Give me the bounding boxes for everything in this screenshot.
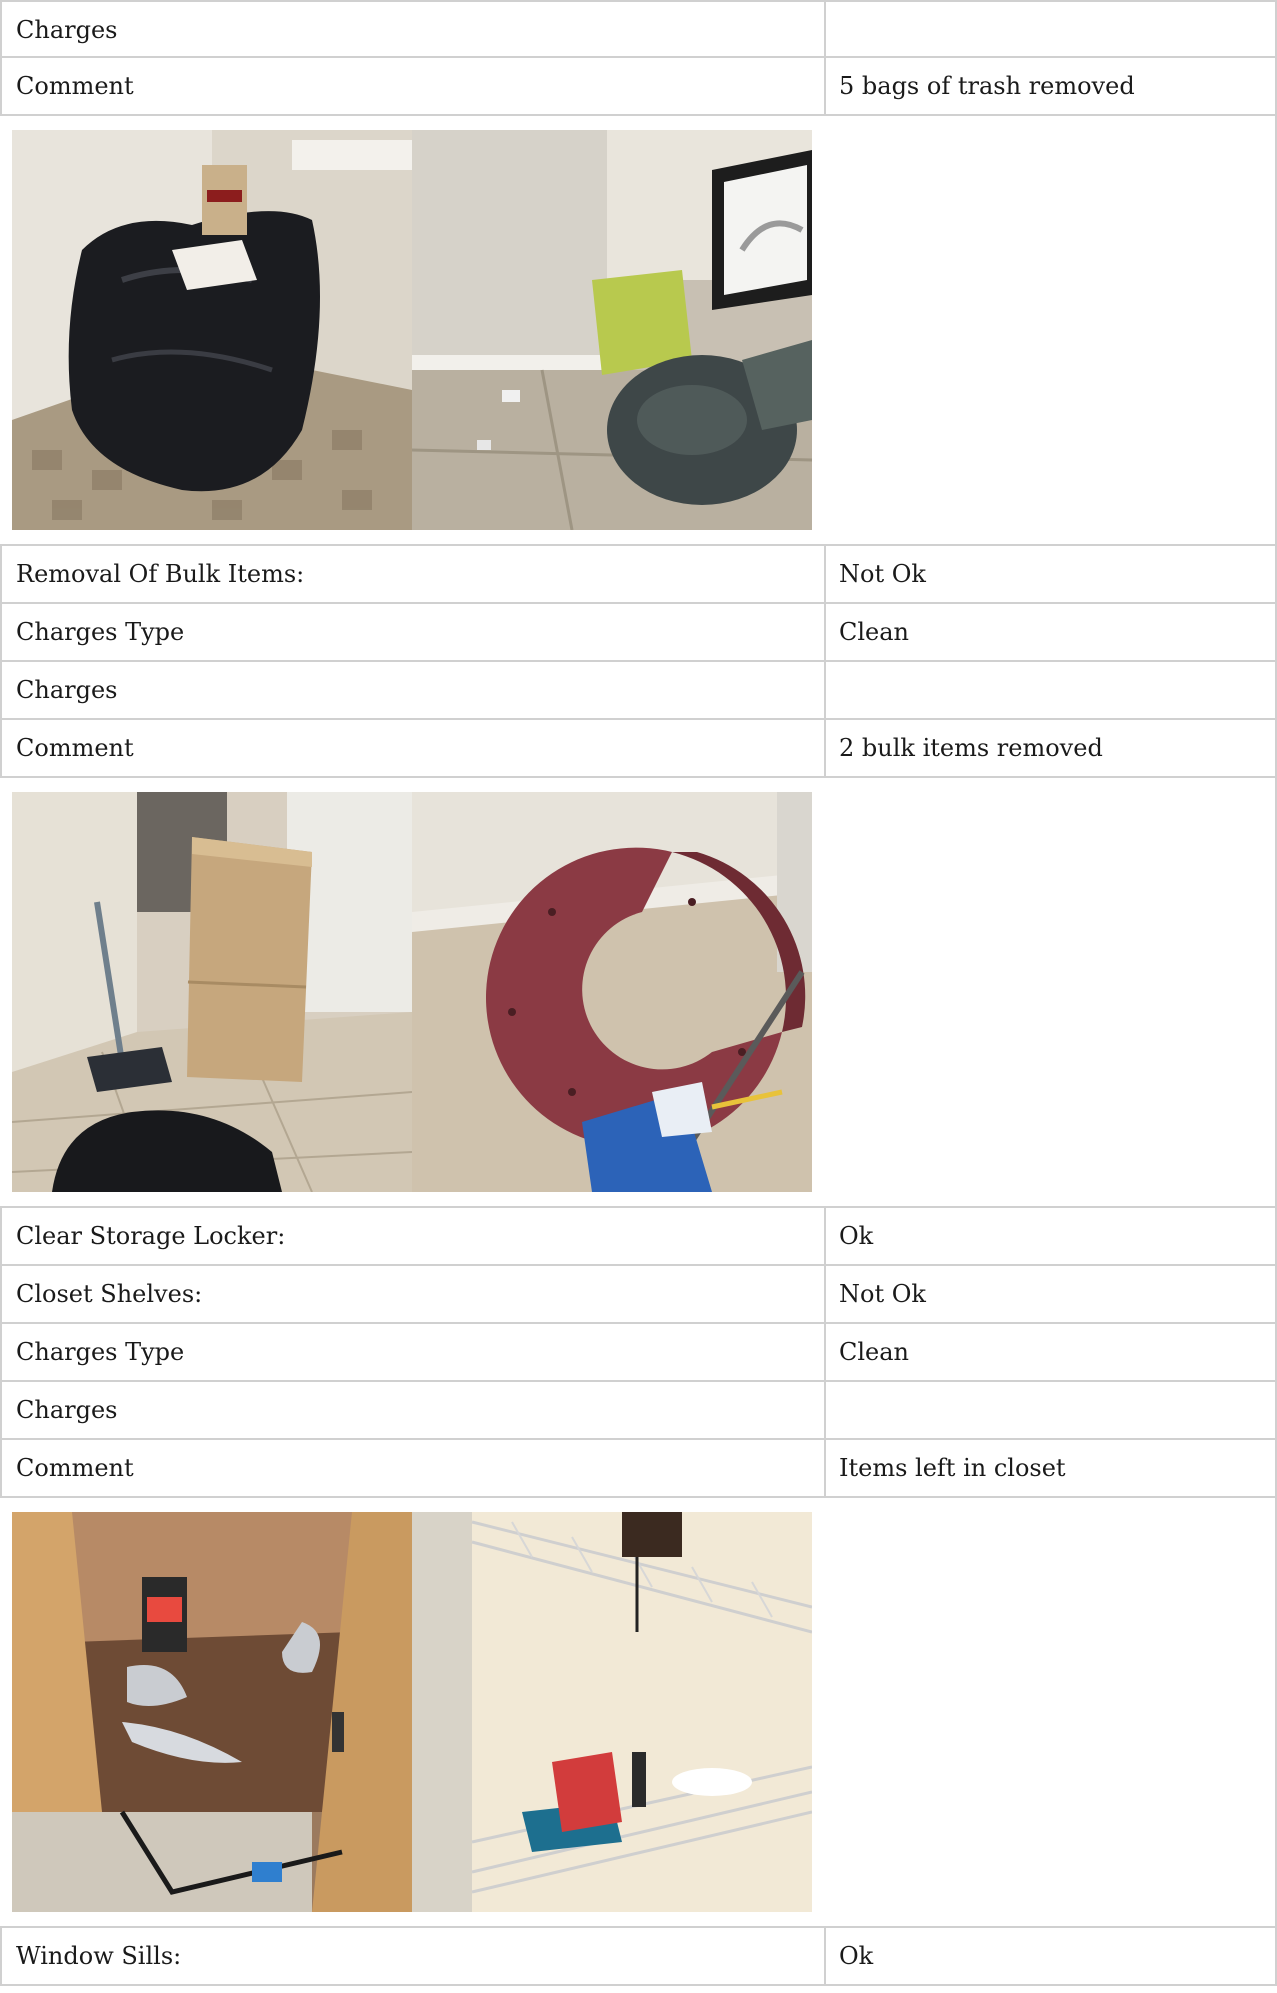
table-row-window-sills: Window Sills: Ok	[0, 1928, 1277, 1986]
row-label: Charges Type	[0, 1324, 826, 1380]
box-broom-trashbag-photo[interactable]	[12, 792, 412, 1192]
row-label: Closet Shelves:	[0, 1266, 826, 1322]
table-row-comment: Comment 2 bulk items removed	[0, 720, 1277, 778]
table-row-closet-shelves: Closet Shelves: Not Ok	[0, 1266, 1277, 1324]
trash-bag-corner-photo[interactable]	[12, 130, 412, 530]
row-value: Ok	[826, 1208, 1277, 1264]
table-row-charges: Charges	[0, 662, 1277, 720]
row-label: Charges	[0, 662, 826, 718]
row-value: Not Ok	[826, 1266, 1277, 1322]
photo-row	[0, 778, 1277, 1208]
row-label: Charges	[0, 2, 826, 56]
row-label: Charges	[0, 1382, 826, 1438]
row-label: Comment	[0, 1440, 826, 1496]
table-row-charges-type: Charges Type Clean	[0, 604, 1277, 662]
red-letter-c-photo[interactable]	[412, 792, 812, 1192]
table-row-charges: Charges	[0, 0, 1277, 58]
table-row-comment: Comment 5 bags of trash removed	[0, 58, 1277, 116]
row-label: Comment	[0, 720, 826, 776]
row-value: 5 bags of trash removed	[826, 58, 1277, 114]
row-value: 2 bulk items removed	[826, 720, 1277, 776]
table-row-charges: Charges	[0, 1382, 1277, 1440]
row-label: Window Sills:	[0, 1928, 826, 1984]
inspection-report: Charges Comment 5 bags of trash removed	[0, 0, 1277, 1986]
photo-row	[0, 116, 1277, 546]
table-row-comment: Comment Items left in closet	[0, 1440, 1277, 1498]
table-row-charges-type: Charges Type Clean	[0, 1324, 1277, 1382]
row-value	[826, 662, 1277, 718]
closet-wire-shelves-photo[interactable]	[412, 1512, 812, 1912]
row-label: Comment	[0, 58, 826, 114]
table-row-removal-of-bulk-items: Removal Of Bulk Items: Not Ok	[0, 546, 1277, 604]
table-row-clear-storage-locker: Clear Storage Locker: Ok	[0, 1208, 1277, 1266]
row-value	[826, 1382, 1277, 1438]
row-label: Removal Of Bulk Items:	[0, 546, 826, 602]
row-value: Clean	[826, 604, 1277, 660]
row-value: Not Ok	[826, 546, 1277, 602]
row-value: Items left in closet	[826, 1440, 1277, 1496]
row-label: Charges Type	[0, 604, 826, 660]
row-value: Ok	[826, 1928, 1277, 1984]
row-label: Clear Storage Locker:	[0, 1208, 826, 1264]
row-value: Clean	[826, 1324, 1277, 1380]
cabinet-interior-photo[interactable]	[12, 1512, 412, 1912]
wall-vase-debris-photo[interactable]	[412, 130, 812, 530]
photo-row	[0, 1498, 1277, 1928]
row-value	[826, 2, 1277, 56]
